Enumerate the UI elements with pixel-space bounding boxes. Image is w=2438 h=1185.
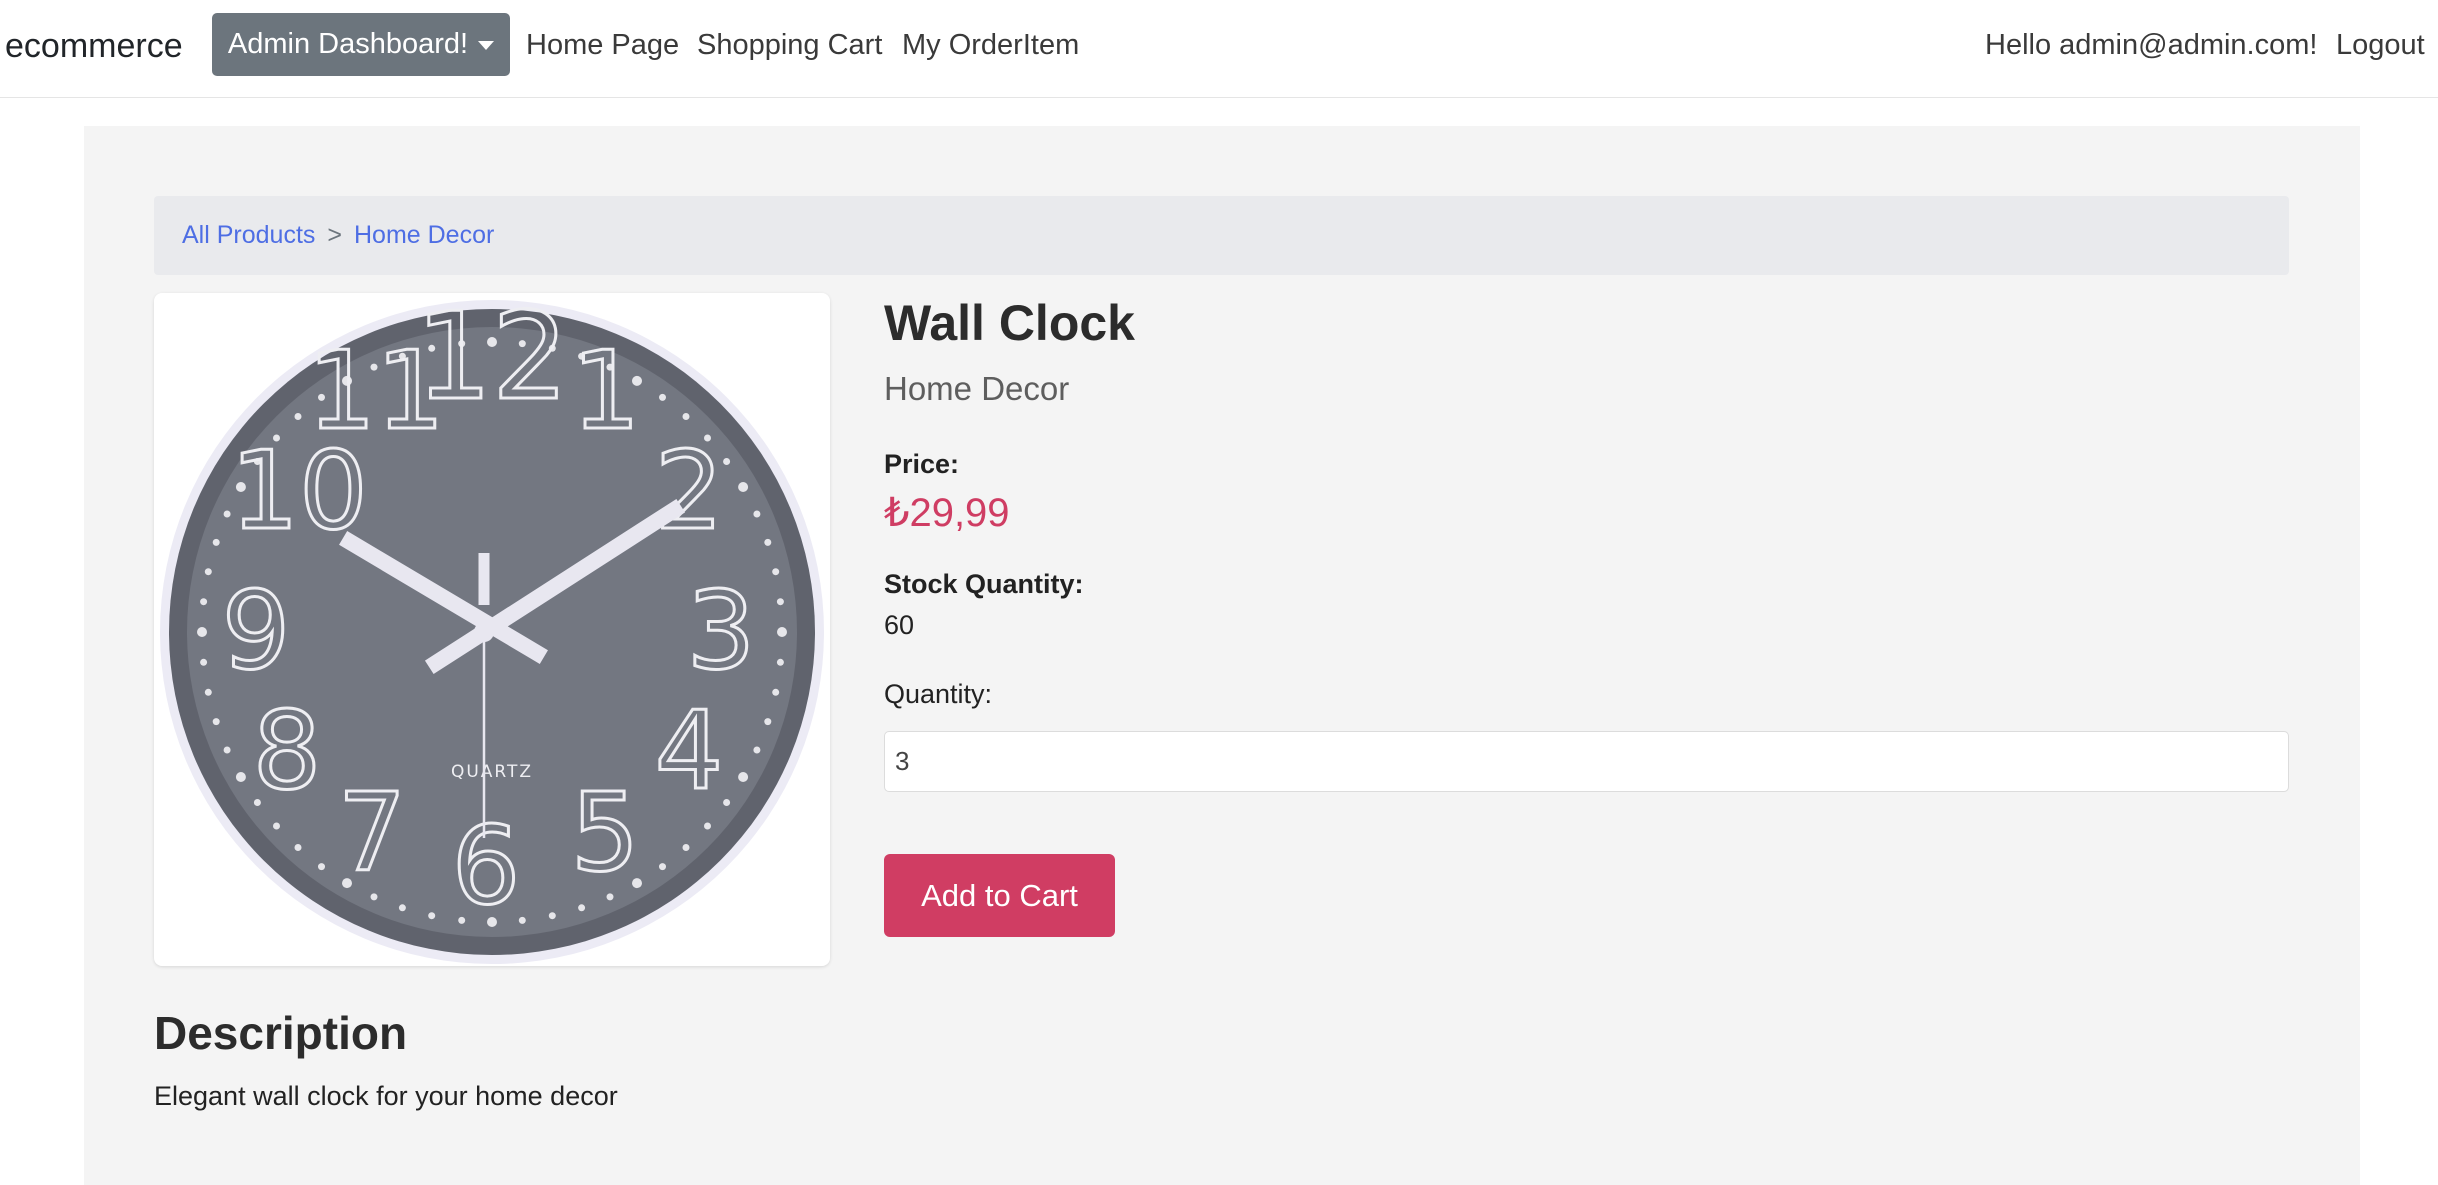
product-image-card: 12 1 2 3 4 5 6 7 8 9 10 11 QUARTZ xyxy=(154,293,830,966)
stock-quantity-value: 60 xyxy=(884,610,915,640)
top-navbar: ecommerce Admin Dashboard! Home Page Sho… xyxy=(0,0,2438,98)
nav-link-my-orderitem[interactable]: My OrderItem xyxy=(902,29,1079,62)
add-to-cart-button[interactable]: Add to Cart xyxy=(884,854,1115,937)
svg-text:3: 3 xyxy=(687,569,756,694)
svg-text:1: 1 xyxy=(572,329,641,454)
caret-down-icon xyxy=(478,41,495,50)
svg-text:8: 8 xyxy=(253,689,322,814)
description-heading: Description xyxy=(154,1007,408,1059)
description-text: Elegant wall clock for your home decor xyxy=(154,1081,618,1111)
svg-text:5: 5 xyxy=(571,771,640,896)
admin-dashboard-dropdown-button[interactable]: Admin Dashboard! xyxy=(212,13,510,76)
svg-text:7: 7 xyxy=(338,771,407,896)
wall-clock-image: 12 1 2 3 4 5 6 7 8 9 10 11 QUARTZ xyxy=(160,293,824,964)
svg-text:11: 11 xyxy=(307,329,444,454)
svg-text:4: 4 xyxy=(655,689,724,814)
svg-text:6: 6 xyxy=(452,804,521,929)
user-greeting: Hello admin@admin.com! xyxy=(1985,29,2318,61)
nav-link-home[interactable]: Home Page xyxy=(526,29,679,62)
nav-link-shopping-cart[interactable]: Shopping Cart xyxy=(697,29,882,62)
product-title: Wall Clock xyxy=(884,295,1135,351)
breadcrumb: All Products > Home Decor xyxy=(154,196,2289,275)
admin-dashboard-label: Admin Dashboard! xyxy=(227,28,469,60)
product-category: Home Decor xyxy=(884,370,1070,407)
svg-text:2: 2 xyxy=(655,429,724,554)
quantity-input[interactable] xyxy=(884,731,2289,792)
product-detail-container: All Products > Home Decor 12 1 2 3 4 5 6… xyxy=(84,126,2360,1185)
breadcrumb-home-decor[interactable]: Home Decor xyxy=(354,221,494,250)
svg-text:9: 9 xyxy=(222,569,291,694)
breadcrumb-separator: > xyxy=(327,221,342,249)
product-price: ₺29,99 xyxy=(884,491,1010,535)
clock-quartz-text: QUARTZ xyxy=(451,762,533,782)
stock-quantity-label: Stock Quantity: xyxy=(884,569,1084,599)
breadcrumb-all-products[interactable]: All Products xyxy=(182,221,315,250)
quantity-label: Quantity: xyxy=(884,679,993,709)
price-label: Price: xyxy=(884,449,960,479)
logout-link[interactable]: Logout xyxy=(2336,29,2425,62)
brand-logo-text[interactable]: ecommerce xyxy=(5,27,183,66)
